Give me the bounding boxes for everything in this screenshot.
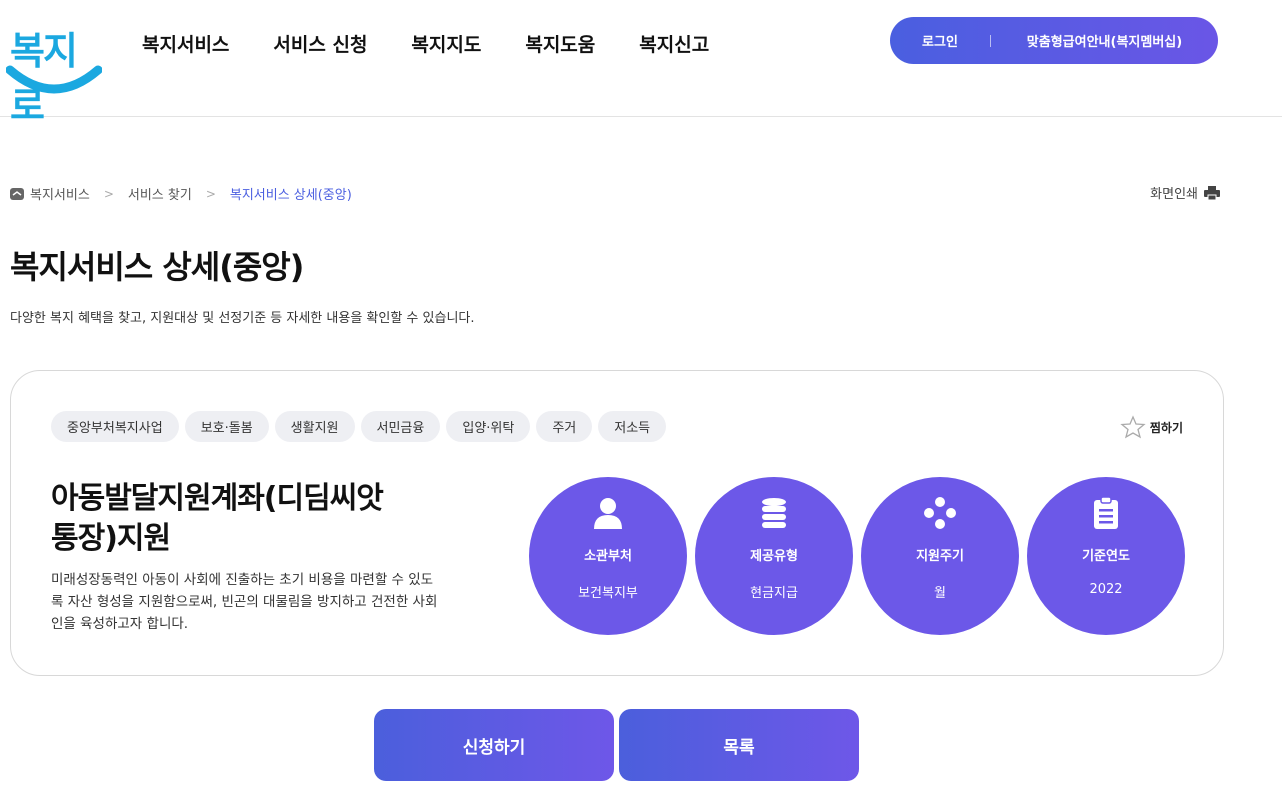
page-description: 다양한 복지 혜택을 찾고, 지원대상 및 선정기준 등 자세한 내용을 확인할…	[10, 311, 475, 326]
home-icon[interactable]	[10, 187, 24, 200]
breadcrumb-welfare-service[interactable]: 복지서비스	[30, 184, 90, 203]
tag-item[interactable]: 저소득	[598, 411, 667, 442]
service-description: 미래성장동력인 아동이 사회에 진출하는 초기 비용을 마련할 수 있도록 자산…	[51, 572, 438, 632]
nav-welfare-report[interactable]: 복지신고	[639, 30, 709, 57]
star-icon	[1120, 415, 1146, 439]
tag-item[interactable]: 중앙부처복지사업	[51, 411, 179, 442]
tag-item[interactable]: 생활지원	[274, 411, 355, 442]
person-icon	[594, 498, 622, 529]
info-value: 월	[934, 586, 946, 601]
breadcrumb-current: 복지서비스 상세(중앙)	[229, 188, 352, 203]
favorite-button[interactable]: 찜하기	[1120, 415, 1183, 439]
tag-item[interactable]: 보호·돌봄	[184, 411, 269, 442]
breadcrumb: 복지서비스 > 서비스 찾기 > 복지서비스 상세(중앙)	[10, 184, 352, 203]
nav-welfare-service[interactable]: 복지서비스	[142, 30, 229, 57]
info-value: 보건복지부	[578, 586, 638, 601]
membership-button[interactable]: 맞춤형급여안내(복지멤버십)	[991, 31, 1218, 50]
info-department: 소관부처 보건복지부	[529, 477, 687, 635]
chevron-right-icon: >	[205, 186, 216, 201]
breadcrumb-service-search[interactable]: 서비스 찾기	[128, 184, 192, 203]
chevron-right-icon: >	[103, 186, 114, 201]
tag-item[interactable]: 서민금융	[360, 411, 441, 442]
service-title-line2: 통장)지원	[51, 521, 171, 556]
clipboard-icon	[1094, 497, 1118, 529]
login-membership-pill: 로그인 맞춤형급여안내(복지멤버십)	[890, 17, 1218, 64]
logo[interactable]: 복지로	[6, 12, 102, 128]
login-button[interactable]: 로그인	[890, 31, 990, 50]
info-base-year: 기준연도 2022	[1027, 477, 1185, 635]
service-title: 아동발달지원계좌(디딤씨앗 통장)지원	[51, 479, 451, 559]
nav-welfare-help[interactable]: 복지도움	[525, 30, 595, 57]
coins-icon	[762, 498, 786, 528]
service-card: 중앙부처복지사업 보호·돌봄 생활지원 서민금융 입양·위탁 주거 저소득 찜하…	[10, 370, 1224, 676]
service-title-line1: 아동발달지원계좌(디딤씨앗	[51, 481, 384, 516]
main-nav: 복지서비스 서비스 신청 복지지도 복지도움 복지신고	[142, 30, 709, 57]
logo-smile-icon	[6, 65, 102, 94]
tag-item[interactable]: 주거	[536, 411, 593, 442]
nav-service-apply[interactable]: 서비스 신청	[273, 30, 367, 57]
printer-icon	[1204, 185, 1220, 200]
info-value: 현금지급	[750, 586, 798, 601]
apply-button[interactable]: 신청하기	[374, 709, 614, 781]
tag-item[interactable]: 입양·위탁	[446, 411, 531, 442]
tag-list: 중앙부처복지사업 보호·돌봄 생활지원 서민금융 입양·위탁 주거 저소득	[51, 411, 667, 442]
info-label: 지원주기	[916, 549, 964, 564]
nav-welfare-map[interactable]: 복지지도	[411, 30, 481, 57]
cycle-icon	[924, 497, 956, 529]
info-provision-type: 제공유형 현금지급	[695, 477, 853, 635]
service-info-list: 소관부처 보건복지부 제공유형 현금지급 지원주기 월 기준연도 2022	[529, 477, 1185, 635]
list-button[interactable]: 목록	[619, 709, 859, 781]
info-label: 기준연도	[1082, 549, 1130, 564]
header: 복지로 복지서비스 서비스 신청 복지지도 복지도움 복지신고 로그인 맞춤형급…	[0, 0, 1282, 128]
info-label: 제공유형	[750, 549, 798, 564]
info-value: 2022	[1089, 582, 1123, 597]
print-button[interactable]: 화면인쇄	[1150, 183, 1220, 202]
info-support-cycle: 지원주기 월	[861, 477, 1019, 635]
page-title: 복지서비스 상세(중앙)	[10, 248, 304, 286]
info-label: 소관부처	[584, 549, 632, 564]
print-label: 화면인쇄	[1150, 187, 1198, 202]
favorite-label: 찜하기	[1149, 420, 1183, 435]
